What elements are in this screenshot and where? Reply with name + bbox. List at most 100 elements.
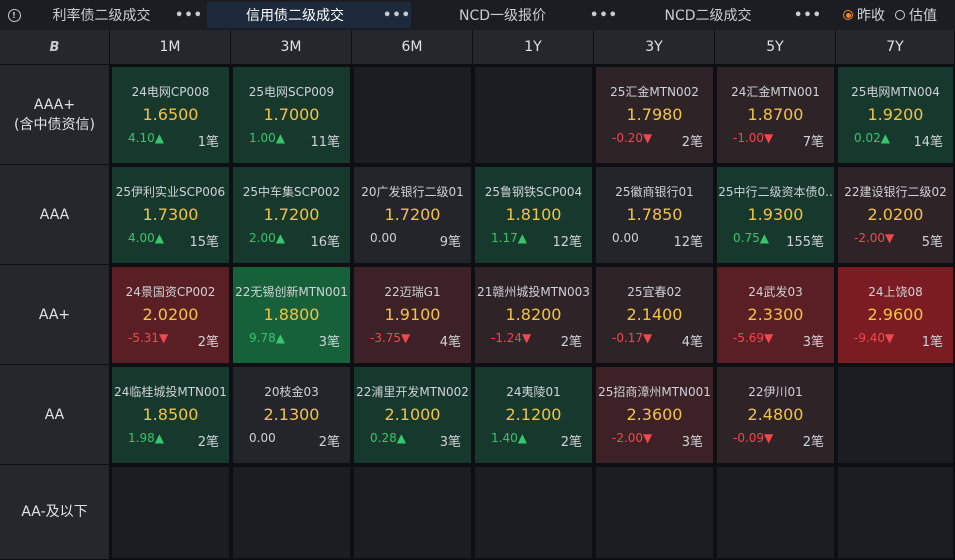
bond-rate: 1.7200 (384, 205, 441, 224)
row-header-label: AAA (39, 206, 70, 223)
matrix-cell[interactable]: 25宜春02 2.1400 -0.17▼ 4笔 (594, 265, 715, 365)
matrix-cell[interactable]: 25鲁钢铁SCP004 1.8100 1.17▲ 12笔 (473, 165, 594, 265)
trade-count: 12笔 (552, 235, 582, 250)
bond-change: -1.24▼ (491, 331, 532, 345)
bond-rate: 1.8500 (142, 405, 199, 424)
trade-count: 12笔 (673, 235, 703, 250)
bond-name: 24景国资CP002 (125, 285, 216, 299)
tab-ncd-primary-quote[interactable]: NCD一级报价 ••• (415, 2, 618, 28)
bond-rate: 2.1400 (626, 305, 683, 324)
bond-name: 20广发银行二级01 (361, 185, 464, 199)
bond-change: 4.10▲ (128, 131, 164, 145)
trade-count: 1笔 (197, 135, 219, 150)
matrix-cell[interactable]: 24临桂城投MTN001 1.8500 1.98▲ 2笔 (110, 365, 231, 465)
bond-change: -9.40▼ (854, 331, 895, 345)
trade-count: 2笔 (197, 335, 219, 350)
more-icon[interactable]: ••• (383, 8, 411, 23)
tab-bar: ! 利率债二级成交 ••• 信用债二级成交 ••• NCD一级报价 ••• NC… (0, 0, 955, 31)
radio-prev-close[interactable]: 昨收 (843, 5, 885, 25)
matrix-cell[interactable]: 25伊利实业SCP006 1.7300 4.00▲ 15笔 (110, 165, 231, 265)
matrix-cell[interactable]: 24夷陵01 2.1200 1.40▲ 2笔 (473, 365, 594, 465)
bond-name: 22伊川01 (748, 385, 803, 399)
tab-credit-bond-secondary[interactable]: 信用债二级成交 ••• (207, 2, 411, 28)
row-header-label: AAA+ (33, 96, 76, 113)
trade-count: 3笔 (439, 435, 461, 450)
matrix-cell[interactable]: 25电网MTN004 1.9200 0.02▲ 14笔 (836, 65, 955, 165)
matrix-cell[interactable]: 25汇金MTN002 1.7980 -0.20▼ 2笔 (594, 65, 715, 165)
matrix-cell[interactable]: 24武发03 2.3300 -5.69▼ 3笔 (715, 265, 836, 365)
matrix-cell[interactable]: 25徽商银行01 1.7850 0.00 12笔 (594, 165, 715, 265)
bond-name: 25汇金MTN002 (610, 85, 699, 99)
bond-rate: 1.7200 (263, 205, 320, 224)
bond-rate: 1.6500 (142, 105, 199, 124)
row-header-label: AA (44, 406, 65, 423)
bond-rate: 2.3300 (747, 305, 804, 324)
tab-ncd-secondary[interactable]: NCD二级成交 ••• (622, 2, 822, 28)
bond-name: 25中车集SCP002 (242, 185, 341, 199)
matrix-cell[interactable]: 22无锡创新MTN001 1.8800 9.78▲ 3笔 (231, 265, 352, 365)
tab-rate-bond-secondary[interactable]: 利率债二级成交 ••• (28, 2, 203, 28)
matrix-cell[interactable]: 25电网SCP009 1.7000 1.00▲ 11笔 (231, 65, 352, 165)
column-header: 3Y (594, 30, 715, 65)
matrix-cell[interactable]: 22建设银行二级02 2.0200 -2.00▼ 5笔 (836, 165, 955, 265)
bond-name: 24临桂城投MTN001 (114, 385, 227, 399)
bond-change: -1.00▼ (733, 131, 774, 145)
bond-name: 22无锡创新MTN001 (235, 285, 348, 299)
trade-count: 2笔 (560, 435, 582, 450)
matrix-cell[interactable]: 24汇金MTN001 1.8700 -1.00▼ 7笔 (715, 65, 836, 165)
matrix-cell-empty (836, 465, 955, 560)
bond-change: 0.00 (370, 231, 397, 245)
matrix-cell-empty (473, 465, 594, 560)
trade-count: 2笔 (560, 335, 582, 350)
trade-count: 5笔 (921, 235, 943, 250)
column-header: 5Y (715, 30, 836, 65)
matrix-cell-empty (594, 465, 715, 560)
matrix-cell-empty (352, 465, 473, 560)
column-header: 7Y (836, 30, 955, 65)
trade-count: 2笔 (197, 435, 219, 450)
row-header: AA (0, 365, 110, 465)
matrix-cell[interactable]: 24景国资CP002 2.0200 -5.31▼ 2笔 (110, 265, 231, 365)
more-icon[interactable]: ••• (590, 8, 618, 23)
matrix-cell[interactable]: 22伊川01 2.4800 -0.09▼ 2笔 (715, 365, 836, 465)
corner-cell[interactable]: B (0, 30, 110, 65)
matrix-cell[interactable]: 22浦里开发MTN002 2.1000 0.28▲ 3笔 (352, 365, 473, 465)
bond-name: 25招商漳州MTN001 (598, 385, 711, 399)
radio-selected-icon (843, 10, 853, 20)
bond-name: 25电网SCP009 (248, 85, 335, 99)
bond-name: 24夷陵01 (506, 385, 561, 399)
matrix-cell[interactable]: 24上饶08 2.9600 -9.40▼ 1笔 (836, 265, 955, 365)
bond-logo-icon: B (49, 39, 60, 55)
matrix-cell[interactable]: 21赣州城投MTN003 1.8200 -1.24▼ 2笔 (473, 265, 594, 365)
matrix-cell[interactable]: 25中行二级资本债0.. 1.9300 0.75▲ 155笔 (715, 165, 836, 265)
column-header: 1Y (473, 30, 594, 65)
matrix-cell-empty (715, 465, 836, 560)
matrix-cell-empty (352, 65, 473, 165)
radio-valuation[interactable]: 估值 (895, 5, 937, 25)
matrix-cell[interactable]: 25中车集SCP002 1.7200 2.00▲ 16笔 (231, 165, 352, 265)
matrix-cell[interactable]: 22迈瑞G1 1.9100 -3.75▼ 4笔 (352, 265, 473, 365)
bond-change: 0.28▲ (370, 431, 406, 445)
trade-count: 14笔 (913, 135, 943, 150)
bond-name: 22建设银行二级02 (844, 185, 947, 199)
bond-change: -3.75▼ (370, 331, 411, 345)
bond-rate: 1.9200 (867, 105, 924, 124)
matrix-cell[interactable]: 25招商漳州MTN001 2.3600 -2.00▼ 3笔 (594, 365, 715, 465)
bond-name: 25伊利实业SCP006 (115, 185, 226, 199)
bond-rate: 1.8100 (505, 205, 562, 224)
trade-count: 3笔 (681, 435, 703, 450)
matrix-cell[interactable]: 20广发银行二级01 1.7200 0.00 9笔 (352, 165, 473, 265)
price-basis-radio-group: 昨收 估值 (843, 0, 937, 30)
bond-change: 4.00▲ (128, 231, 164, 245)
column-header: 1M (110, 30, 231, 65)
row-header-label: AA-及以下 (21, 504, 88, 520)
matrix-cell[interactable]: 24电网CP008 1.6500 4.10▲ 1笔 (110, 65, 231, 165)
info-icon[interactable]: ! (0, 0, 28, 30)
matrix-cell-empty (231, 465, 352, 560)
trade-count: 4笔 (439, 335, 461, 350)
more-icon[interactable]: ••• (175, 8, 203, 23)
more-icon[interactable]: ••• (794, 8, 822, 23)
trade-count: 16笔 (310, 235, 340, 250)
column-header: 3M (231, 30, 352, 65)
matrix-cell[interactable]: 20枝金03 2.1300 0.00 2笔 (231, 365, 352, 465)
